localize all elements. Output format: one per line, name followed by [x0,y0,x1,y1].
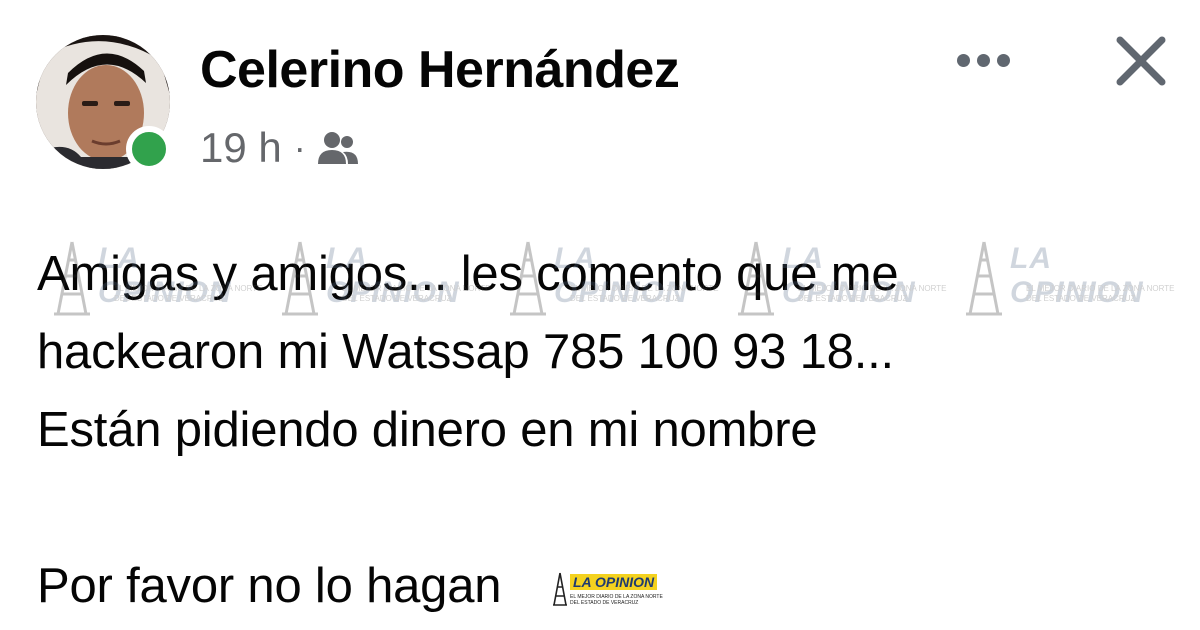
post-text-line: hackearon mi Watssap 785 100 93 18... [37,325,894,379]
meta-separator: · [293,127,306,168]
close-icon [1116,36,1166,86]
post-timestamp[interactable]: 19 h [200,124,282,172]
post-text-line: Están pidiendo dinero en mi nombre [37,403,818,457]
friends-icon[interactable] [316,130,360,166]
more-options-button[interactable] [950,38,1016,82]
oil-tower-icon [553,572,567,606]
logo-brand: LA OPINION [570,574,658,590]
logo-tagline: DEL ESTADO DE VERACRUZ [570,600,639,606]
author-name[interactable]: Celerino Hernández [200,40,680,100]
more-options-dot [976,53,990,67]
facebook-post: Celerino Hernández 19 h · Amigas y amigo… [0,0,1200,630]
post-body: Amigas y amigos... les comento que me ha… [37,235,1177,625]
close-button[interactable] [1110,30,1172,92]
online-status-indicator [126,126,172,172]
more-options-dot [996,53,1010,67]
post-meta: 19 h · [200,124,360,172]
post-text-line: Amigas y amigos... les comento que me [37,247,899,301]
newspaper-logo: LA OPINION EL MEJOR DIARIO DE LA ZONA NO… [552,572,663,608]
more-options-icon [956,53,970,67]
post-text-blank-line [37,469,1177,547]
